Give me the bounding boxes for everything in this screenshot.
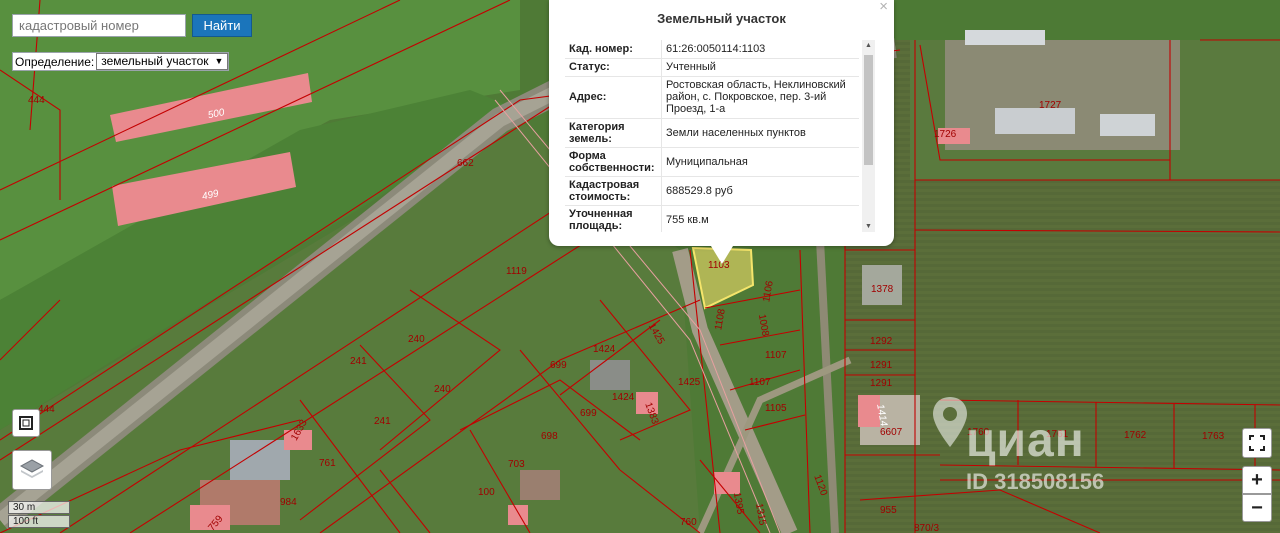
row-value: Ростовская область, Неклиновский район, … [661, 76, 859, 119]
row-value: 755 кв.м [661, 205, 859, 232]
row-value: Земли населенных пунктов [661, 118, 859, 148]
parcel-label: 1424 [612, 392, 635, 403]
table-row: Кад. номер: 61:26:0050114:1103 [565, 40, 859, 59]
popup-scrollbar[interactable]: ▲ ▼ [862, 40, 875, 232]
parcel-label: 1378 [871, 284, 894, 295]
parcel-label: 1292 [870, 336, 893, 347]
parcel-label: 1107 [749, 377, 771, 388]
house-roof [590, 360, 630, 390]
draw-tool-button[interactable] [12, 409, 40, 437]
parcel-label: 241 [350, 356, 367, 367]
parcel-label: 699 [580, 408, 597, 419]
parcel-info-popup: × Земельный участок Кад. номер: 61:26:005… [549, 0, 894, 264]
parcel-label: 1107 [765, 350, 787, 361]
popup-title: Земельный участок [657, 11, 786, 26]
parcel-label: 662 [457, 158, 474, 169]
parcel-label: 698 [541, 431, 558, 442]
scale-imperial: 100 ft [8, 515, 70, 528]
farm-building [995, 108, 1075, 134]
row-key: Кадастровая стоимость: [565, 176, 662, 206]
row-key: Кад. номер: [565, 40, 662, 59]
field-top [895, 0, 1280, 40]
definition-label: Определение: [15, 54, 95, 69]
table-row: Уточненная площадь: 755 кв.м [565, 205, 859, 232]
parcel-label: 1105 [765, 403, 787, 414]
parcel-label: 870/3 [914, 523, 939, 533]
scale-metric: 30 m [8, 501, 70, 514]
row-key: Категория земель: [565, 118, 662, 148]
parcel-label: 1291 [870, 378, 893, 389]
parcel-label: 761 [319, 458, 336, 469]
parcel-label: 1726 [934, 129, 957, 140]
row-value: Муниципальная [661, 147, 859, 177]
building-1395[interactable] [714, 472, 740, 494]
cadastral-search: Найти [12, 14, 252, 37]
find-button[interactable]: Найти [192, 14, 252, 37]
fullscreen-icon [1249, 435, 1265, 451]
chevron-down-icon: ▼ [214, 56, 224, 66]
row-value: 688529.8 руб [661, 176, 859, 206]
row-key: Статус: [565, 58, 662, 77]
house-roof [230, 440, 290, 480]
scroll-up-icon[interactable]: ▲ [865, 42, 872, 49]
parcel-label: 703 [508, 459, 525, 470]
parcel-label: 1425 [678, 377, 701, 388]
watermark-brand: циан [966, 414, 1085, 467]
definition-selected-value: земельный участок [101, 54, 209, 68]
parcel-info-table: Кад. номер: 61:26:0050114:1103 Статус: Учт… [565, 40, 859, 232]
location-pin-icon [933, 397, 967, 447]
parcel-label: 1727 [1039, 100, 1062, 111]
table-row: Кадастровая стоимость: 688529.8 руб [565, 176, 859, 206]
table-row: Форма собственности: Муниципальная [565, 147, 859, 177]
parcel-label: 1424 [593, 344, 616, 355]
parcel-label: 1763 [1202, 431, 1225, 442]
parcel-label: 1291 [870, 360, 893, 371]
zoom-out-button[interactable]: − [1242, 494, 1272, 522]
zoom-in-button[interactable]: + [1242, 466, 1272, 494]
house-roof [520, 470, 560, 500]
cadastral-number-input[interactable] [12, 14, 186, 37]
parcel-label: 241 [374, 416, 391, 427]
layers-icon [19, 459, 45, 478]
row-value: Учтенный [661, 58, 859, 77]
definition-selector: Определение: земельный участок ▼ [12, 52, 230, 71]
table-row: Категория земель: Земли населенных пункто… [565, 118, 859, 148]
scroll-down-icon[interactable]: ▼ [865, 223, 872, 230]
row-key: Уточненная площадь: [565, 205, 662, 232]
cian-watermark: циан ID 318508156 [930, 395, 1170, 495]
building-small[interactable] [508, 505, 528, 525]
parcel-label: 955 [880, 505, 897, 516]
table-row: Статус: Учтенный [565, 58, 859, 77]
parcel-label: 6607 [880, 427, 903, 438]
parcel-label: 100 [478, 487, 495, 498]
parcel-label: 240 [434, 384, 451, 395]
parcel-label: 699 [550, 360, 567, 371]
layers-button[interactable] [12, 450, 52, 490]
parcel-label: 444 [38, 404, 55, 415]
frame-icon [19, 416, 33, 430]
row-key: Форма собственности: [565, 147, 662, 177]
row-key: Адрес: [565, 76, 662, 119]
parcel-label: 1119 [506, 266, 527, 277]
popup-table-container[interactable]: Кад. номер: 61:26:0050114:1103 Статус: Учт… [565, 40, 859, 232]
farm-building [1100, 114, 1155, 136]
table-row: Адрес: Ростовская область, Неклиновский р… [565, 76, 859, 119]
scrollbar-thumb[interactable] [864, 55, 873, 165]
fullscreen-button[interactable] [1242, 428, 1272, 458]
parcel-label: 444 [28, 95, 45, 106]
farm-building [965, 30, 1045, 45]
watermark-id: ID 318508156 [966, 469, 1105, 494]
parcel-label: 984 [280, 497, 297, 508]
row-value: 61:26:0050114:1103 [661, 40, 859, 59]
parcel-label: 760 [680, 517, 697, 528]
definition-dropdown[interactable]: земельный участок ▼ [96, 53, 229, 70]
parcel-label: 240 [408, 334, 425, 345]
